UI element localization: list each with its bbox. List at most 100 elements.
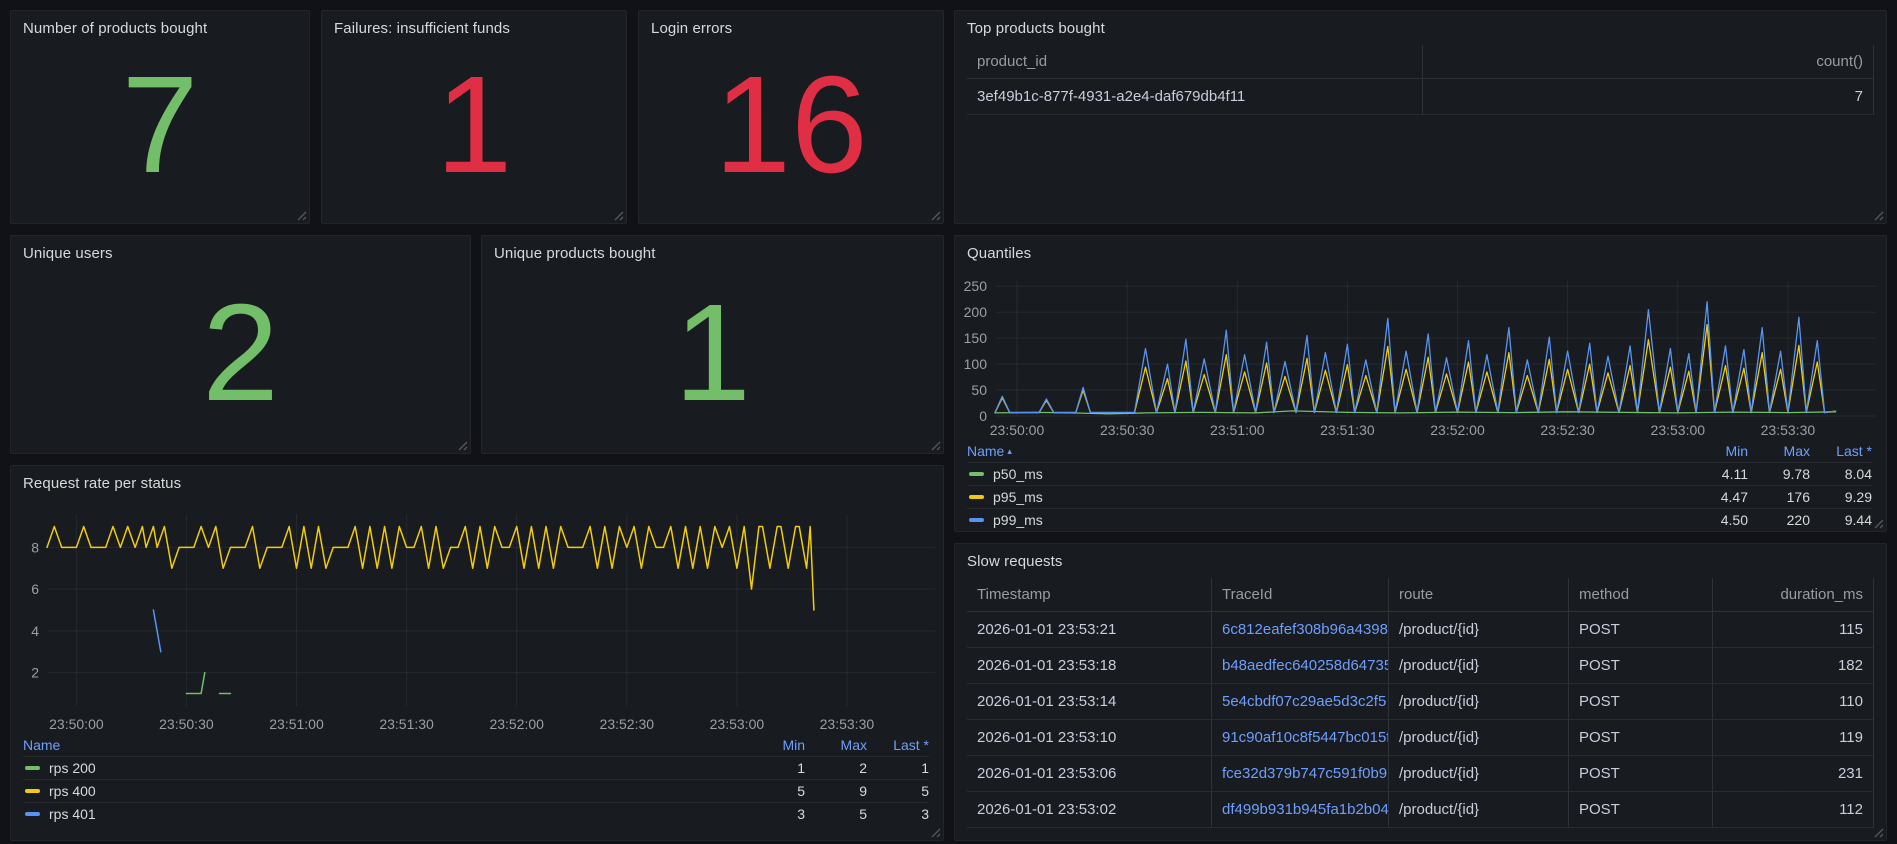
series-swatch [25, 812, 40, 816]
panel-title[interactable]: Unique products bought [482, 236, 943, 266]
table-row: 2026-01-01 23:53:02 df499b931b945fa1b2b04… [967, 792, 1874, 828]
series-max: 5 [859, 806, 867, 822]
series-name[interactable]: rps 400 [49, 783, 743, 799]
route-cell: /product/{id} [1389, 792, 1569, 828]
legend-header-max[interactable]: Max [1748, 443, 1810, 459]
legend-row-p50[interactable]: p50_ms 4.11 9.78 8.04 [967, 462, 1872, 485]
series-last: 9.29 [1844, 489, 1872, 505]
method-cell: POST [1569, 648, 1713, 684]
series-swatch [969, 495, 984, 499]
legend-header-last[interactable]: Last * [1810, 443, 1872, 459]
svg-text:23:53:00: 23:53:00 [710, 716, 765, 732]
resize-grip-icon[interactable] [930, 440, 941, 451]
timestamp-cell: 2026-01-01 23:53:06 [967, 756, 1212, 792]
column-header-duration[interactable]: duration_ms [1713, 578, 1874, 612]
svg-text:23:52:30: 23:52:30 [1540, 422, 1595, 438]
resize-grip-icon[interactable] [930, 210, 941, 221]
trace-link[interactable]: 5e4cbdf07c29ae5d3c2f5 [1222, 693, 1386, 710]
column-header-timestamp[interactable]: Timestamp [967, 578, 1212, 612]
duration-cell: 182 [1713, 648, 1874, 684]
traceid-cell: 6c812eafef308b96a4398 [1212, 612, 1389, 648]
trace-link[interactable]: 6c812eafef308b96a4398 [1222, 621, 1388, 638]
column-header-route[interactable]: route [1389, 578, 1569, 612]
series-last: 8.04 [1844, 466, 1872, 482]
panel-title[interactable]: Number of products bought [11, 11, 309, 41]
table-row: 3ef49b1c-877f-4931-a2e4-daf679db4f11 7 [967, 79, 1874, 115]
series-swatch [25, 766, 40, 770]
trace-link[interactable]: 91c90af10c8f5447bc015f [1222, 729, 1388, 746]
resize-grip-icon[interactable] [930, 827, 941, 838]
resize-grip-icon[interactable] [613, 210, 624, 221]
request-rate-chart[interactable]: 23:50:00 23:50:30 23:51:00 23:51:30 23:52:00… [11, 466, 943, 743]
legend-row-rps-200[interactable]: rps 200 1 2 1 [23, 756, 929, 779]
svg-text:23:51:00: 23:51:00 [269, 716, 324, 732]
series-swatch [969, 518, 984, 522]
traceid-cell: 5e4cbdf07c29ae5d3c2f5 [1212, 684, 1389, 720]
traceid-cell: fce32d379b747c591f0b92 [1212, 756, 1389, 792]
legend-row-rps-401[interactable]: rps 401 3 5 3 [23, 802, 929, 825]
svg-text:200: 200 [964, 304, 988, 320]
series-name[interactable]: p95_ms [993, 489, 1686, 505]
series-name[interactable]: rps 200 [49, 760, 743, 776]
trace-link[interactable]: fce32d379b747c591f0b92 [1222, 765, 1388, 782]
trace-link[interactable]: b48aedfec640258d64735 [1222, 657, 1388, 674]
series-name[interactable]: p50_ms [993, 466, 1686, 482]
duration-cell: 110 [1713, 684, 1874, 720]
method-cell: POST [1569, 720, 1713, 756]
legend-header-max[interactable]: Max [805, 737, 867, 753]
timestamp-cell: 2026-01-01 23:53:10 [967, 720, 1212, 756]
panel-title[interactable]: Login errors [639, 11, 943, 41]
svg-text:8: 8 [31, 539, 39, 555]
timestamp-cell: 2026-01-01 23:53:21 [967, 612, 1212, 648]
legend-header-name[interactable]: Name [23, 737, 743, 753]
panel-title[interactable]: Slow requests [955, 544, 1886, 574]
quantiles-chart[interactable]: 23:50:00 23:50:30 23:51:00 23:51:30 23:52:00… [955, 236, 1886, 451]
series-last: 9.44 [1844, 512, 1872, 528]
legend-header-last[interactable]: Last * [867, 737, 929, 753]
legend-header-min[interactable]: Min [743, 737, 805, 753]
series-min: 4.50 [1720, 512, 1748, 528]
series-min: 4.47 [1720, 489, 1748, 505]
svg-text:23:50:30: 23:50:30 [159, 716, 214, 732]
svg-text:23:50:00: 23:50:00 [990, 422, 1045, 438]
stat-value: 1 [435, 48, 513, 202]
legend-header-min[interactable]: Min [1686, 443, 1748, 459]
svg-text:23:53:00: 23:53:00 [1651, 422, 1706, 438]
legend-sort-name[interactable]: Name ▴ [967, 443, 1686, 459]
duration-cell: 112 [1713, 792, 1874, 828]
column-header-count[interactable]: count() [1423, 45, 1874, 79]
series-min: 5 [797, 783, 805, 799]
table-row: 2026-01-01 23:53:18 b48aedfec640258d64735… [967, 648, 1874, 684]
route-cell: /product/{id} [1389, 756, 1569, 792]
resize-grip-icon[interactable] [457, 440, 468, 451]
svg-text:150: 150 [964, 330, 988, 346]
series-last: 3 [921, 806, 929, 822]
legend-row-p95[interactable]: p95_ms 4.47 176 9.29 [967, 485, 1872, 508]
panel-title[interactable]: Failures: insufficient funds [322, 11, 626, 41]
resize-grip-icon[interactable] [296, 210, 307, 221]
panel-login-errors: Login errors 16 [638, 10, 944, 224]
stat-value: 2 [202, 275, 279, 430]
resize-grip-icon[interactable] [1873, 518, 1884, 529]
column-header-method[interactable]: method [1569, 578, 1713, 612]
legend-header: Name Min Max Last * [23, 734, 929, 756]
timestamp-cell: 2026-01-01 23:53:18 [967, 648, 1212, 684]
series-swatch [969, 472, 984, 476]
panel-title[interactable]: Unique users [11, 236, 470, 266]
series-name[interactable]: p99_ms [993, 512, 1686, 528]
panel-top-products-bought: Top products bought product_id count() 3… [954, 10, 1887, 224]
series-name[interactable]: rps 401 [49, 806, 743, 822]
column-header-product-id[interactable]: product_id [967, 45, 1423, 79]
request-rate-legend: Name Min Max Last * rps 200 1 2 1 rps 40… [23, 734, 929, 825]
panel-title[interactable]: Top products bought [955, 11, 1886, 41]
legend-row-p99[interactable]: p99_ms 4.50 220 9.44 [967, 508, 1872, 531]
legend-row-rps-400[interactable]: rps 400 5 9 5 [23, 779, 929, 802]
resize-grip-icon[interactable] [1873, 210, 1884, 221]
resize-grip-icon[interactable] [1873, 827, 1884, 838]
trace-link[interactable]: df499b931b945fa1b2b04 [1222, 801, 1388, 818]
stat-value: 7 [121, 48, 199, 202]
series-min: 1 [797, 760, 805, 776]
column-header-traceid[interactable]: TraceId [1212, 578, 1389, 612]
panel-slow-requests: Slow requests Timestamp TraceId route me… [954, 543, 1887, 841]
method-cell: POST [1569, 684, 1713, 720]
